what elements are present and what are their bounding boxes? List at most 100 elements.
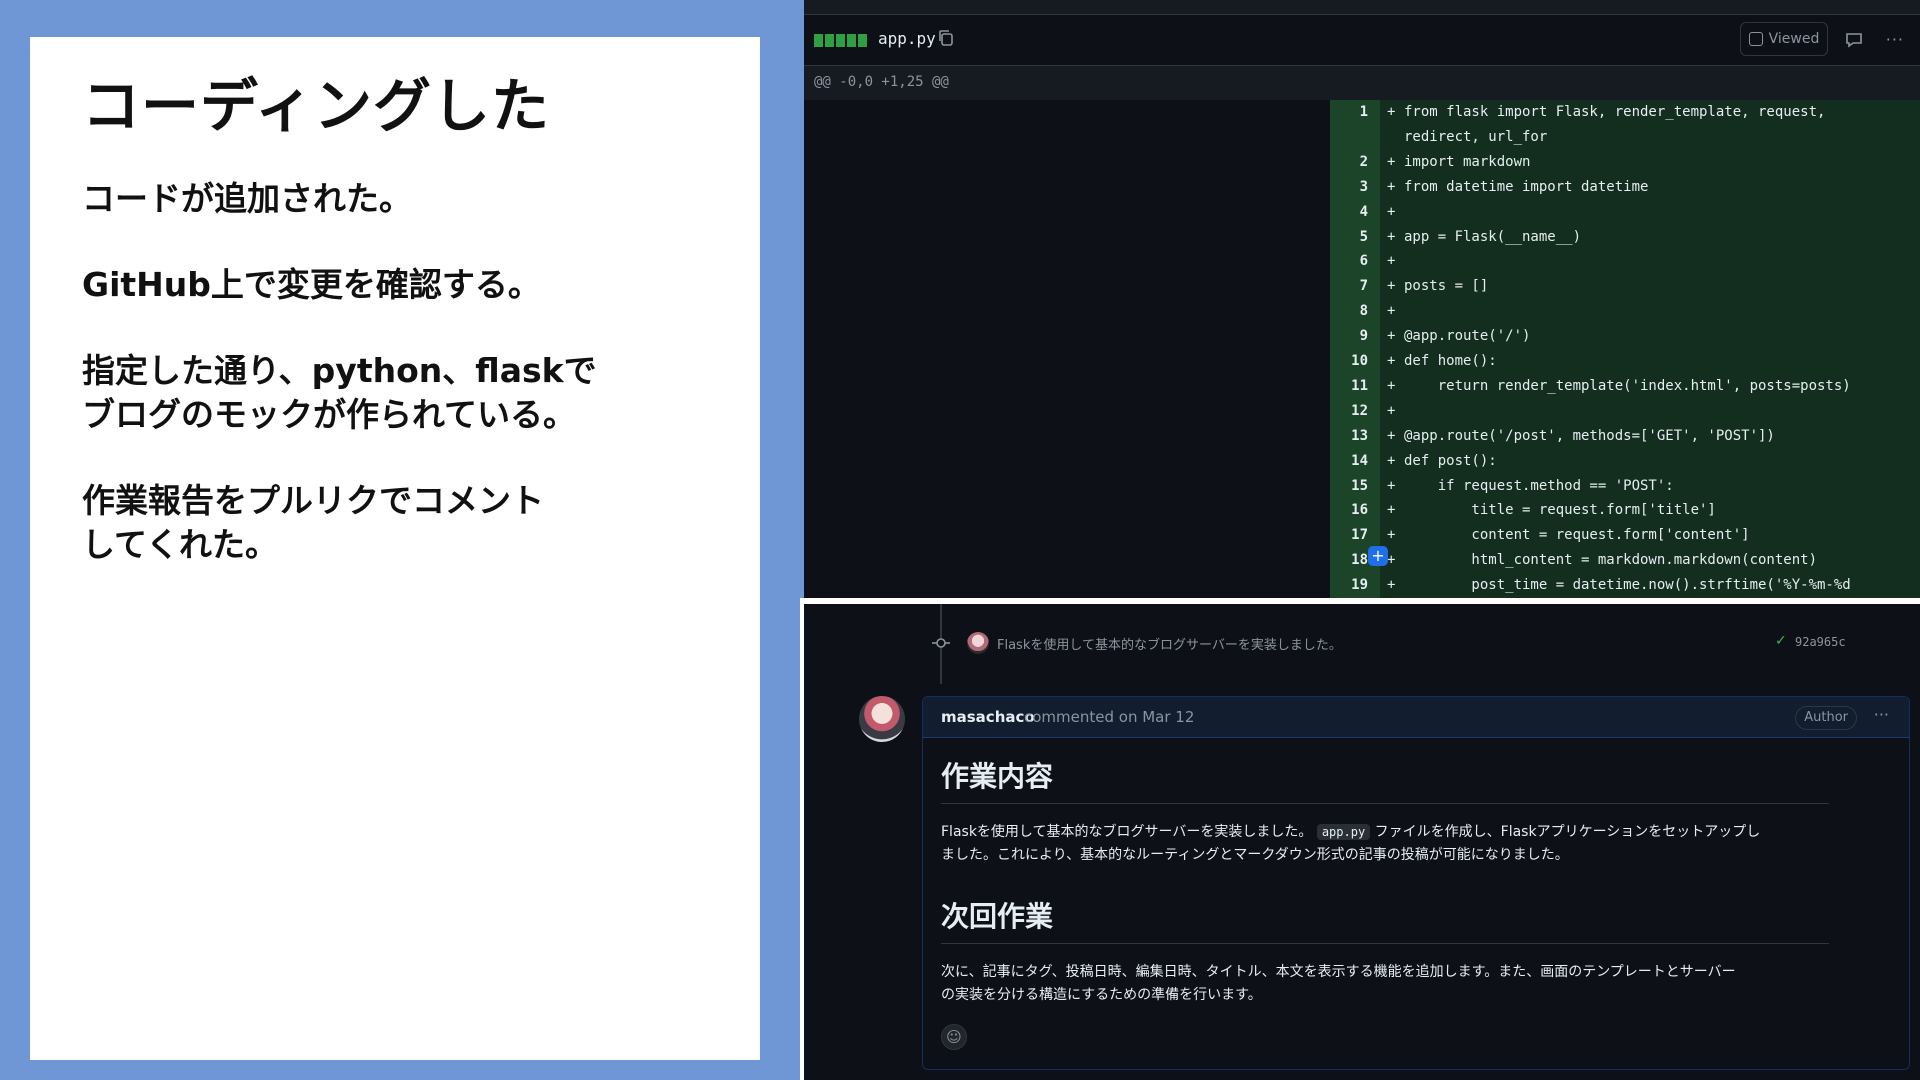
diff-line: 6 + (1330, 249, 1920, 274)
line-number[interactable]: 6 (1330, 249, 1368, 274)
line-number[interactable]: 12 (1330, 399, 1368, 424)
file-name-link[interactable]: app.py (878, 29, 936, 48)
diff-line: 13 + @app.route('/post', methods=['GET', '… (1330, 424, 1920, 449)
add-reaction-button[interactable]: ☺ (941, 1024, 967, 1050)
checkbox-icon (1748, 32, 1763, 46)
add-line-comment-button[interactable]: + (1368, 546, 1388, 566)
code-text: @app.route('/') (1404, 328, 1531, 345)
diff-line: 3 + from datetime import datetime (1330, 175, 1920, 200)
addition-marker: + (1387, 178, 1396, 195)
diff-file-header: app.py Viewed ··· (804, 15, 1920, 66)
code-text: if request.method == 'POST': (1404, 477, 1674, 494)
comment-icon[interactable] (1844, 30, 1864, 50)
author-badge: Author (1795, 706, 1857, 730)
line-number[interactable]: 11 (1330, 374, 1368, 399)
line-number[interactable]: 9 (1330, 324, 1368, 349)
code-text: html_content = markdown.markdown(content… (1404, 552, 1818, 569)
heading-rule (941, 803, 1829, 804)
code-text: import markdown (1404, 153, 1531, 170)
heading-rule (941, 943, 1829, 944)
code-text: return render_template('index.html', pos… (1404, 377, 1851, 394)
comment-author-link[interactable]: masachaco (941, 708, 1035, 726)
line-number[interactable]: 7 (1330, 274, 1368, 299)
diff-line: 19 + post_time = datetime.now().strftime(… (1330, 573, 1920, 598)
line-number[interactable]: 8 (1330, 299, 1368, 324)
addition-marker: + (1387, 577, 1396, 594)
hunk-header-row: @@ -0,0 +1,25 @@ (804, 66, 1920, 100)
addition-marker: + (1387, 153, 1396, 170)
code-text: from datetime import datetime (1404, 178, 1649, 195)
diff-line: 5 + app = Flask(__name__) (1330, 225, 1920, 250)
diff-top-strip (804, 0, 1920, 15)
code-text: content = request.form['content'] (1404, 527, 1750, 544)
section-heading-work: 作業内容 (941, 760, 1054, 793)
line-number[interactable]: 5 (1330, 225, 1368, 250)
pr-timeline: Flaskを使用して基本的なブログサーバーを実装しました。 ✓ 92a965c … (800, 604, 1920, 1080)
diff-line: 15 + if request.method == 'POST': (1330, 474, 1920, 499)
diff-line: 1 + from flask import Flask, render_templa… (1330, 100, 1920, 125)
slide-paragraph-3: 指定した通り、python、flaskで ブログのモックが作られている。 (82, 351, 597, 434)
code-added-block: 1 + from flask import Flask, render_templa… (1330, 100, 1920, 598)
slide-paragraph-4: 作業報告をプルリクでコメント してくれた。 (82, 481, 544, 564)
code-text: from flask import Flask, render_template… (1404, 104, 1826, 120)
line-number[interactable]: 13 (1330, 424, 1368, 449)
line-number[interactable]: 15 (1330, 474, 1368, 499)
line-number[interactable]: 16 (1330, 498, 1368, 523)
diff-view: app.py Viewed ··· @@ -0,0 +1,25 @@ 1 + fro… (804, 0, 1920, 598)
copy-icon[interactable] (936, 28, 956, 48)
addition-marker: + (1387, 477, 1396, 494)
work-description: Flaskを使用して基本的なブログサーバーを実装しました。 app.py ファイ… (941, 824, 1761, 863)
commit-sha-link[interactable]: 92a965c (1795, 635, 1846, 649)
more-options-icon[interactable]: ··· (1886, 30, 1904, 49)
comment-timestamp[interactable]: commented on Mar 12 (1024, 708, 1194, 726)
line-number[interactable]: 17 (1330, 523, 1368, 548)
diff-line: 9 + @app.route('/') (1330, 324, 1920, 349)
addition-marker: + (1387, 328, 1396, 345)
slide-paragraph-1: コードが追加された。 (82, 179, 412, 218)
line-number[interactable]: 14 (1330, 449, 1368, 474)
addition-marker: + (1387, 278, 1396, 295)
addition-marker: + (1387, 552, 1396, 569)
line-number[interactable]: 3 (1330, 175, 1368, 200)
diffstat-bar (814, 34, 867, 47)
diff-line: 10 + def home(): (1330, 349, 1920, 374)
addition-marker: + (1387, 104, 1396, 120)
addition-marker: + (1387, 427, 1396, 444)
commit-message-link[interactable]: Flaskを使用して基本的なブログサーバーを実装しました。 (997, 634, 1342, 653)
viewed-checkbox-button[interactable]: Viewed (1740, 22, 1828, 56)
commit-author-avatar[interactable] (967, 632, 989, 654)
addition-marker: + (1387, 228, 1396, 245)
inline-code: app.py (1316, 824, 1371, 840)
line-number[interactable]: 18 (1330, 548, 1368, 573)
line-number[interactable]: 1 (1330, 100, 1368, 125)
diff-line: 2 + import markdown (1330, 150, 1920, 175)
slide-panel: コーディングした コードが追加された。 GitHub上で変更を確認する。 指定し… (30, 37, 760, 1060)
diff-line: redirect, url_for (1330, 125, 1920, 150)
addition-marker: + (1387, 502, 1396, 519)
line-number[interactable]: 19 (1330, 573, 1368, 598)
slide-title: コーディングした (82, 72, 550, 140)
avatar[interactable] (859, 696, 905, 742)
diff-line: 17 + content = request.form['content'] (1330, 523, 1920, 548)
check-icon: ✓ (1775, 633, 1787, 649)
code-text: posts = [] (1404, 278, 1489, 295)
addition-marker: + (1387, 353, 1396, 369)
addition-marker: + (1387, 527, 1396, 544)
code-text: def post(): (1404, 452, 1497, 469)
line-number[interactable]: 4 (1330, 200, 1368, 225)
diff-line: 12 + (1330, 399, 1920, 424)
diff-line: 7 + posts = [] (1330, 274, 1920, 299)
hunk-header: @@ -0,0 +1,25 @@ (814, 74, 949, 90)
diff-line: 16 + title = request.form['title'] (1330, 498, 1920, 523)
code-text: def home(): (1404, 353, 1497, 369)
comment-header: masachaco commented on Mar 12 Author ··· (923, 697, 1909, 738)
diff-line: 11 + return render_template('index.html',… (1330, 374, 1920, 399)
line-number[interactable]: 10 (1330, 349, 1368, 374)
diff-line: 4 + (1330, 200, 1920, 225)
comment-options-icon[interactable]: ··· (1874, 705, 1889, 724)
code-text: redirect, url_for (1404, 128, 1548, 145)
line-number[interactable]: 2 (1330, 150, 1368, 175)
code-text: app = Flask(__name__) (1404, 228, 1582, 245)
code-text: @app.route('/post', methods=['GET', 'POS… (1404, 427, 1775, 444)
addition-marker: + (1387, 303, 1396, 320)
